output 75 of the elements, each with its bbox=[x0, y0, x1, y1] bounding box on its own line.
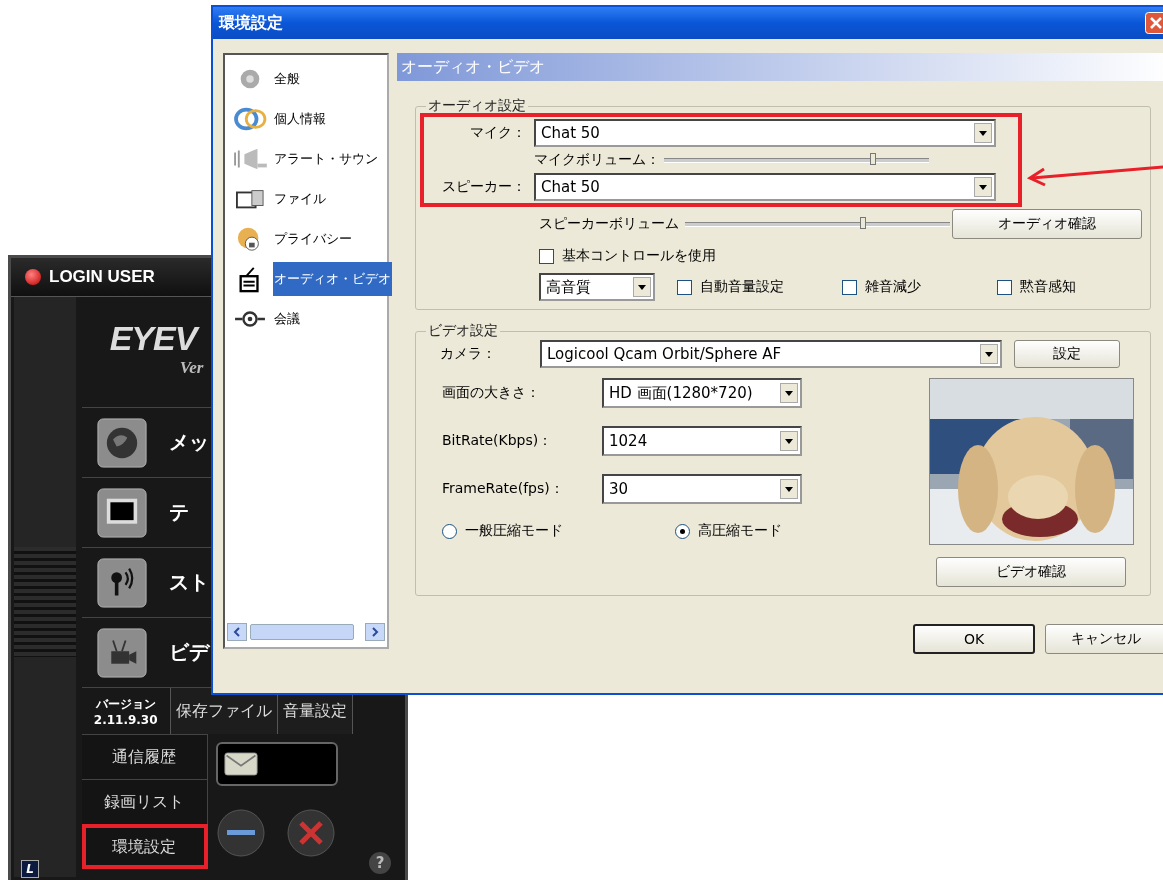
scroll-right-icon[interactable] bbox=[365, 623, 385, 641]
group-title: オーディオ設定 bbox=[427, 97, 527, 115]
caret-icon bbox=[974, 123, 992, 143]
caret-icon bbox=[780, 431, 798, 451]
envelope-icon bbox=[223, 752, 258, 776]
category-item[interactable]: オーディオ・ビデオ bbox=[273, 262, 392, 296]
horizontal-scrollbar[interactable] bbox=[227, 623, 385, 641]
checkbox-label: 自動音量設定 bbox=[700, 278, 784, 296]
field-label: BitRate(Kbps)： bbox=[442, 432, 554, 450]
window-title: 環境設定 bbox=[219, 12, 283, 34]
dropdown[interactable]: Chat 50 bbox=[534, 119, 996, 147]
monitor-icon bbox=[96, 487, 147, 538]
menu-link[interactable]: 環境設定 bbox=[81, 824, 208, 869]
field-label: 画面の大きさ： bbox=[442, 384, 541, 402]
field-label: スピーカー： bbox=[441, 178, 526, 196]
caret-icon bbox=[974, 177, 992, 197]
dropdown[interactable]: Chat 50 bbox=[534, 173, 996, 201]
radio-label: 高圧縮モード bbox=[698, 522, 782, 540]
dropdown[interactable]: 1024 bbox=[602, 426, 802, 456]
menu-link[interactable]: 通信履歴 bbox=[81, 734, 208, 779]
camera-icon bbox=[96, 627, 147, 678]
dropdown[interactable]: HD 画面(1280*720) bbox=[602, 378, 802, 408]
checkbox[interactable] bbox=[997, 279, 1012, 295]
checkbox[interactable] bbox=[677, 279, 692, 295]
globe-icon bbox=[96, 417, 147, 468]
quality-dropdown[interactable]: 高音質 bbox=[539, 273, 655, 301]
group-title: ビデオ設定 bbox=[427, 322, 499, 340]
audio-test-button[interactable]: オーディオ確認 bbox=[952, 209, 1142, 239]
checkbox-label: 雑音減少 bbox=[865, 278, 921, 296]
version-caption: Ver bbox=[179, 358, 205, 378]
window-title: LOGIN USER bbox=[49, 267, 155, 287]
field-label: マイク： bbox=[469, 124, 526, 142]
profile-icon bbox=[231, 105, 269, 133]
category-item[interactable]: アラート・サウン bbox=[273, 142, 379, 176]
category-item[interactable]: ファイル bbox=[273, 182, 327, 216]
caret-icon bbox=[980, 344, 998, 364]
version-label: バージョン bbox=[95, 695, 156, 713]
radio-label: 一般圧縮モード bbox=[465, 522, 563, 540]
dialog-button[interactable]: OK bbox=[913, 624, 1035, 654]
status-dot-icon bbox=[25, 269, 41, 285]
dropdown[interactable]: 30 bbox=[602, 474, 802, 504]
menu-link[interactable]: 録画リスト bbox=[81, 779, 208, 824]
close-icon[interactable] bbox=[1145, 12, 1163, 34]
caret-icon bbox=[780, 479, 798, 499]
settings-button[interactable]: 設定 bbox=[1014, 340, 1120, 368]
category-item[interactable]: プライバシー bbox=[273, 222, 353, 256]
slider-thumb[interactable] bbox=[859, 216, 866, 229]
panel-title: オーディオ・ビデオ bbox=[401, 56, 545, 78]
category-item[interactable]: 個人情報 bbox=[273, 102, 327, 136]
field-label: FrameRate(fps)： bbox=[442, 480, 565, 498]
radio-button[interactable] bbox=[442, 523, 457, 539]
caret-icon bbox=[633, 277, 651, 297]
dialog-button[interactable]: キャンセル bbox=[1045, 624, 1163, 654]
close-icon[interactable] bbox=[285, 808, 336, 858]
radio-button[interactable] bbox=[675, 523, 690, 539]
app-badge: L bbox=[21, 860, 39, 878]
checkbox[interactable] bbox=[842, 279, 857, 295]
slider-label: マイクボリューム： bbox=[534, 151, 660, 169]
field-label: カメラ： bbox=[440, 345, 497, 363]
scroll-thumb[interactable] bbox=[250, 624, 354, 640]
message-panel[interactable] bbox=[215, 742, 338, 786]
minimize-icon[interactable] bbox=[215, 808, 266, 858]
version-number: 2.11.9.30 bbox=[93, 712, 158, 727]
scroll-left-icon[interactable] bbox=[227, 623, 247, 641]
category-item[interactable]: 全般 bbox=[273, 62, 301, 96]
microphone-icon bbox=[96, 557, 147, 608]
checkbox-label: 黙音感知 bbox=[1020, 278, 1076, 296]
checkbox-label: 基本コントロールを使用 bbox=[562, 247, 716, 265]
slider-thumb[interactable] bbox=[870, 152, 877, 165]
dropdown[interactable]: Logicool Qcam Orbit/Sphere AF bbox=[540, 340, 1002, 368]
video-test-button[interactable]: ビデオ確認 bbox=[936, 557, 1126, 587]
help-button[interactable]: ? bbox=[369, 852, 391, 874]
caret-icon bbox=[780, 383, 798, 403]
checkbox[interactable] bbox=[539, 248, 554, 264]
slider-label: スピーカーボリューム bbox=[539, 215, 679, 233]
